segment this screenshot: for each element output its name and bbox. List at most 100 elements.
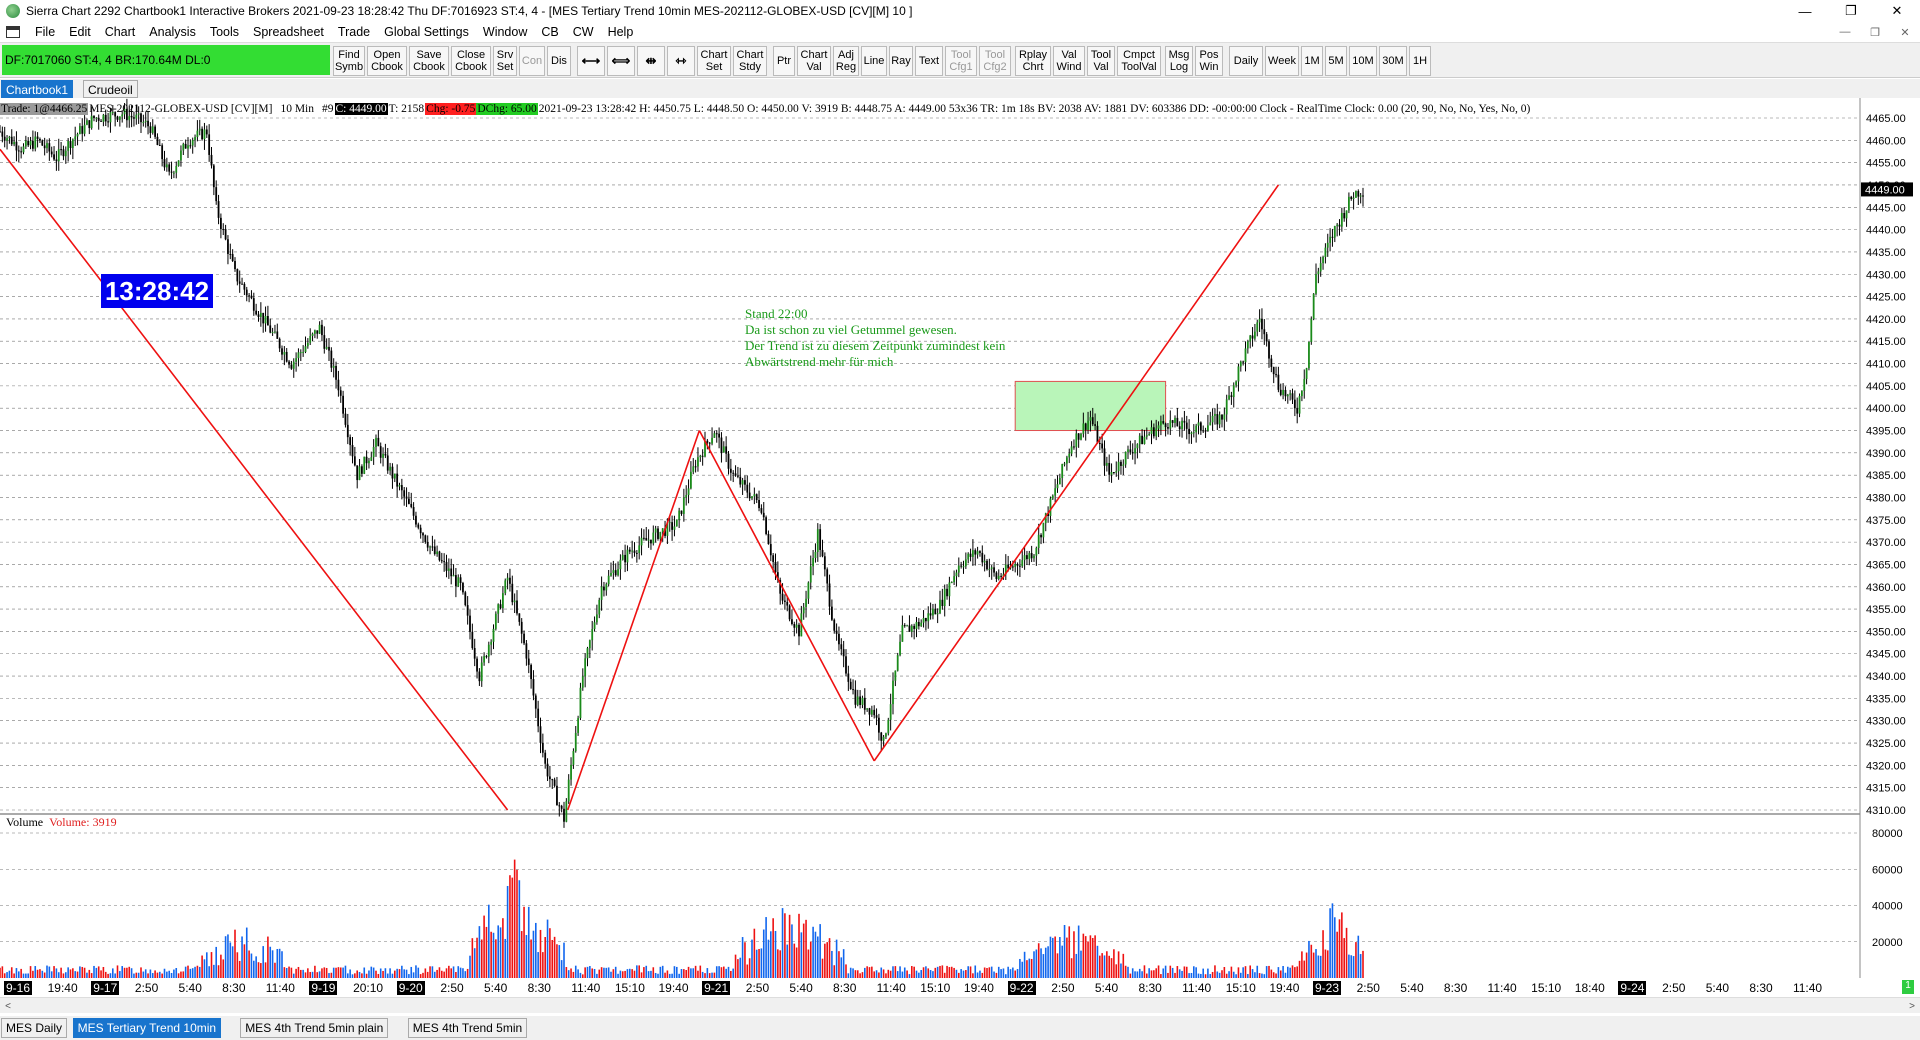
volume-bar <box>527 906 530 978</box>
toolbar-button-3[interactable]: Close Cbook <box>451 46 491 76</box>
menu-spreadsheet[interactable]: Spreadsheet <box>246 25 331 39</box>
toolbar-button-8[interactable]: ⟺ <box>607 46 635 76</box>
volume-bar <box>455 972 457 978</box>
volume-bar <box>657 973 659 978</box>
volume-bar <box>1221 970 1223 978</box>
chart-tab-1[interactable]: MES Tertiary Trend 10min <box>72 1018 222 1038</box>
toolbar-button-33[interactable]: 1H <box>1409 46 1431 76</box>
volume-bar <box>537 952 539 978</box>
toolbar-button-31[interactable]: 10M <box>1349 46 1377 76</box>
toolbar-button-32[interactable]: 30M <box>1379 46 1407 76</box>
menu-cw[interactable]: CW <box>566 25 601 39</box>
toolbar-button-19[interactable]: Tool Cfg1 <box>945 46 977 76</box>
chartbook-tab-chartbook1[interactable]: Chartbook1 <box>1 80 74 98</box>
price-chart[interactable]: 4310.00 4315.00 4320.00 4325.00 4330.00 4335.… <box>0 98 1920 978</box>
menu-trade[interactable]: Trade <box>331 25 377 39</box>
volume-bar <box>60 967 62 978</box>
toolbar-button-23[interactable]: Tool Val <box>1087 46 1115 76</box>
candle-body <box>1249 335 1252 342</box>
candle-body <box>885 733 887 737</box>
volume-bar <box>1009 969 1012 978</box>
candle-body <box>116 116 119 120</box>
toolbar-button-26[interactable]: Pos Win <box>1195 46 1223 76</box>
chart-tab-2[interactable]: MES 4th Trend 5min plain <box>240 1018 389 1038</box>
toolbar-button-14[interactable]: Chart Val <box>797 46 831 76</box>
toolbar-button-24[interactable]: Cmpct ToolVal <box>1117 46 1161 76</box>
toolbar-button-20[interactable]: Tool Cfg2 <box>979 46 1011 76</box>
volume-bar <box>290 967 293 978</box>
candle-body <box>1115 471 1118 473</box>
toolbar-button-21[interactable]: Rplay Chrt <box>1015 46 1051 76</box>
volume-bar <box>809 941 812 978</box>
toolbar-button-15[interactable]: Adj Reg <box>833 46 859 76</box>
candle-body <box>187 145 189 149</box>
toolbar-button-10[interactable]: ⇿ <box>667 46 695 76</box>
candle-body <box>1324 247 1327 258</box>
toolbar-button-9[interactable]: ⇹ <box>637 46 665 76</box>
menu-window[interactable]: Window <box>476 25 534 39</box>
menu-cb[interactable]: CB <box>534 25 565 39</box>
toolbar-button-28[interactable]: Week <box>1265 46 1299 76</box>
menu-tools[interactable]: Tools <box>203 25 246 39</box>
toolbar-button-6[interactable]: Dis <box>547 46 571 76</box>
menu-global-settings[interactable]: Global Settings <box>377 25 476 39</box>
volume-bar <box>1063 925 1066 978</box>
toolbar-button-18[interactable]: Text <box>915 46 943 76</box>
chart-area[interactable]: 4310.00 4315.00 4320.00 4325.00 4330.00 4335.… <box>0 98 1920 978</box>
mdi-restore-icon[interactable]: ❐ <box>1860 22 1890 42</box>
menu-chart[interactable]: Chart <box>98 25 143 39</box>
volume-bar <box>438 967 441 978</box>
candle-body <box>100 120 102 122</box>
toolbar-button-13[interactable]: Ptr <box>773 46 795 76</box>
menu-edit[interactable]: Edit <box>62 25 98 39</box>
system-menu-icon[interactable] <box>6 26 20 38</box>
toolbar-button-12[interactable]: Chart Stdy <box>733 46 767 76</box>
menu-help[interactable]: Help <box>601 25 641 39</box>
volume-bar <box>1195 967 1197 978</box>
volume-bar <box>1362 950 1364 978</box>
volume-bar <box>866 966 868 978</box>
toolbar-button-30[interactable]: 5M <box>1325 46 1347 76</box>
volume-bar <box>417 967 420 978</box>
chart-annotation[interactable]: Stand 22:00 Da ist schon zu viel Getumme… <box>745 306 1005 370</box>
corner-badge[interactable]: 1 <box>1902 980 1914 994</box>
candle-body <box>236 269 239 282</box>
volume-bar <box>1272 972 1275 978</box>
candle-body <box>299 352 302 354</box>
volume-bar <box>511 877 514 978</box>
toolbar-button-2[interactable]: Save Cbook <box>409 46 449 76</box>
chartbook-tab-crudeoil[interactable]: Crudeoil <box>83 80 138 98</box>
horizontal-scrollbar[interactable]: < > <box>0 997 1920 1013</box>
toolbar-button-1[interactable]: Open Cbook <box>367 46 407 76</box>
chart-tab-3[interactable]: MES 4th Trend 5min <box>407 1018 528 1038</box>
toolbar-button-17[interactable]: Ray <box>889 46 913 76</box>
candle-body <box>819 529 822 550</box>
close-button[interactable]: ✕ <box>1874 0 1920 22</box>
mdi-minimize-icon[interactable]: — <box>1830 22 1860 42</box>
toolbar-button-7[interactable]: ⟷ <box>577 46 605 76</box>
scroll-right-icon[interactable]: > <box>1904 998 1920 1014</box>
mdi-close-icon[interactable]: ✕ <box>1890 22 1920 42</box>
toolbar-button-0[interactable]: Find Symb <box>333 46 365 76</box>
candle-body <box>546 763 549 777</box>
volume-bar <box>25 973 27 978</box>
toolbar-button-27[interactable]: Daily <box>1229 46 1263 76</box>
volume-bar <box>532 930 535 978</box>
scroll-left-icon[interactable]: < <box>0 998 16 1014</box>
candle-body <box>1289 393 1292 395</box>
toolbar-button-22[interactable]: Val Wind <box>1053 46 1085 76</box>
minimize-button[interactable]: — <box>1782 0 1828 22</box>
maximize-button[interactable]: ❐ <box>1828 0 1874 22</box>
toolbar-button-5[interactable]: Con <box>519 46 545 76</box>
toolbar-button-4[interactable]: Srv Set <box>493 46 517 76</box>
volume-bar <box>372 967 375 978</box>
menu-analysis[interactable]: Analysis <box>142 25 203 39</box>
toolbar-button-16[interactable]: Line <box>861 46 887 76</box>
toolbar-button-25[interactable]: Msg Log <box>1165 46 1193 76</box>
toolbar-button-29[interactable]: 1M <box>1301 46 1323 76</box>
price-tick-label: 4320.00 <box>1866 760 1906 772</box>
toolbar-button-11[interactable]: Chart Set <box>697 46 731 76</box>
menu-file[interactable]: File <box>28 25 62 39</box>
price-tick-label: 4425.00 <box>1866 292 1906 304</box>
chart-tab-0[interactable]: MES Daily <box>1 1018 68 1038</box>
